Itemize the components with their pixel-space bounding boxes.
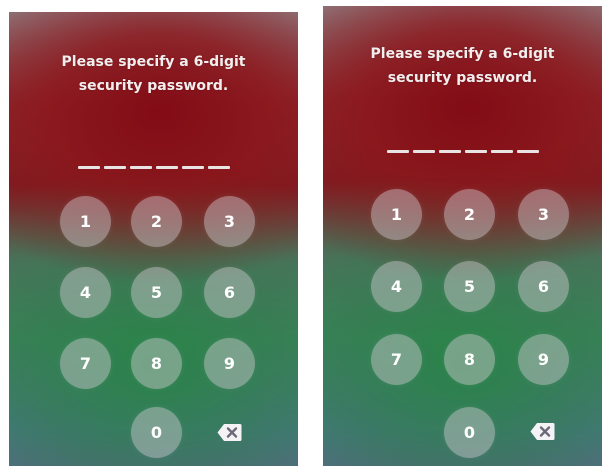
passcode-slot bbox=[103, 166, 126, 169]
key-3[interactable]: 3 bbox=[518, 189, 569, 240]
passcode-slot bbox=[438, 150, 461, 153]
prompt-line-2: security password. bbox=[387, 70, 538, 86]
key-0[interactable]: 0 bbox=[131, 407, 182, 458]
key-4[interactable]: 4 bbox=[60, 267, 111, 318]
key-5[interactable]: 5 bbox=[131, 267, 182, 318]
key-8[interactable]: 8 bbox=[131, 338, 182, 389]
key-6[interactable]: 6 bbox=[518, 261, 569, 312]
backspace-icon[interactable] bbox=[530, 422, 555, 441]
passcode-slot bbox=[155, 166, 178, 169]
passcode-input-slots bbox=[323, 150, 602, 153]
key-1[interactable]: 1 bbox=[60, 196, 111, 247]
passcode-screen-right: Please specify a 6-digit security passwo… bbox=[323, 6, 602, 466]
passcode-slot bbox=[464, 150, 487, 153]
passcode-slot bbox=[129, 166, 152, 169]
backspace-icon[interactable] bbox=[217, 423, 242, 442]
passcode-slot bbox=[207, 166, 230, 169]
key-8[interactable]: 8 bbox=[444, 334, 495, 385]
key-6[interactable]: 6 bbox=[204, 267, 255, 318]
key-7[interactable]: 7 bbox=[371, 334, 422, 385]
passcode-slot bbox=[386, 150, 409, 153]
passcode-input-slots bbox=[9, 166, 298, 169]
key-2[interactable]: 2 bbox=[131, 196, 182, 247]
key-2[interactable]: 2 bbox=[444, 189, 495, 240]
key-1[interactable]: 1 bbox=[371, 189, 422, 240]
prompt-line-2: security password. bbox=[78, 78, 229, 94]
key-5[interactable]: 5 bbox=[444, 261, 495, 312]
passcode-slot bbox=[181, 166, 204, 169]
key-9[interactable]: 9 bbox=[204, 338, 255, 389]
key-9[interactable]: 9 bbox=[518, 334, 569, 385]
passcode-slot bbox=[412, 150, 435, 153]
key-4[interactable]: 4 bbox=[371, 261, 422, 312]
key-3[interactable]: 3 bbox=[204, 196, 255, 247]
passcode-prompt: Please specify a 6-digit security passwo… bbox=[323, 42, 602, 90]
passcode-prompt: Please specify a 6-digit security passwo… bbox=[9, 50, 298, 98]
passcode-slot bbox=[77, 166, 100, 169]
key-7[interactable]: 7 bbox=[60, 338, 111, 389]
prompt-line-1: Please specify a 6-digit bbox=[61, 54, 246, 70]
passcode-slot bbox=[490, 150, 513, 153]
key-0[interactable]: 0 bbox=[444, 407, 495, 458]
prompt-line-1: Please specify a 6-digit bbox=[370, 46, 555, 62]
passcode-screen-left: Please specify a 6-digit security passwo… bbox=[9, 12, 298, 466]
passcode-slot bbox=[516, 150, 539, 153]
